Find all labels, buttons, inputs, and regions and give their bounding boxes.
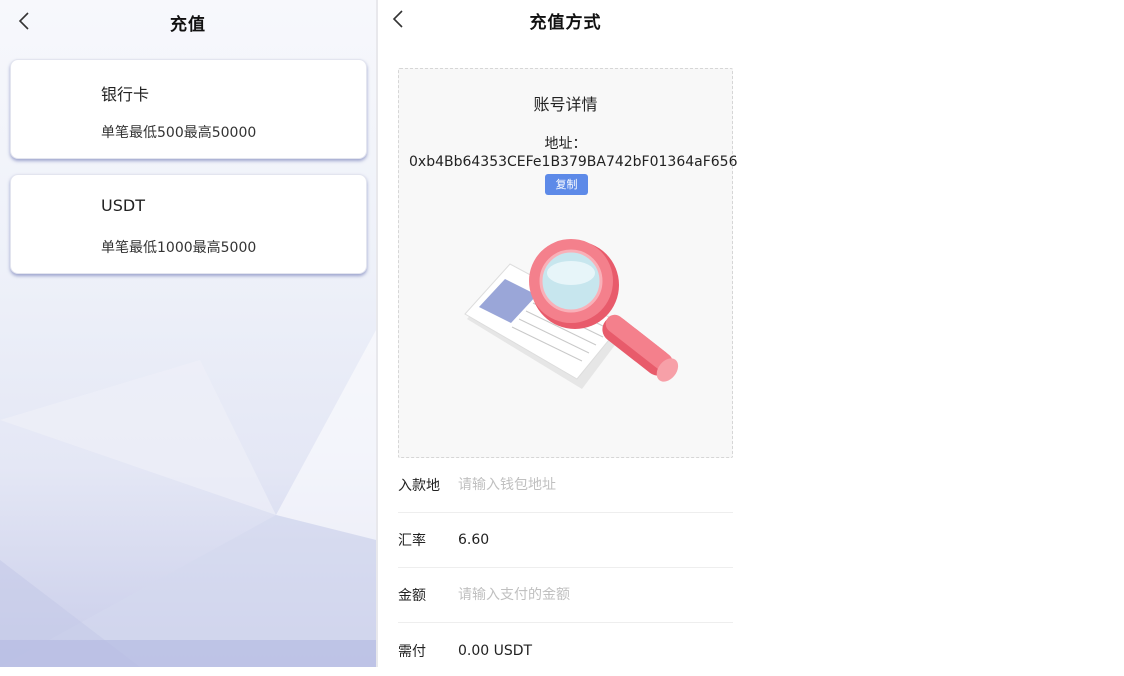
- payable-value: 0.00 USDT: [458, 642, 533, 659]
- exchange-rate-label: 汇率: [398, 533, 426, 549]
- chevron-left-icon: [18, 12, 29, 30]
- back-button[interactable]: [388, 8, 408, 30]
- amount-row: 金额: [398, 568, 733, 623]
- account-details-heading: 账号详情: [533, 95, 598, 114]
- method-name: USDT: [101, 196, 145, 215]
- copy-button[interactable]: 复制: [545, 174, 588, 195]
- payable-label: 需付: [398, 643, 426, 660]
- back-button[interactable]: [14, 10, 34, 32]
- wallet-address: 0xb4Bb64353CEFe1B379BA742bF01364aF656: [409, 154, 738, 170]
- address-label: 地址：: [544, 136, 587, 152]
- exchange-rate-value: 6.60: [458, 532, 490, 548]
- method-limit: 单笔最低500最高50000: [101, 125, 257, 141]
- magnifier-search-icon: [464, 239, 679, 389]
- recharge-method-panel: 充值方式 账号详情 地址： 0xb4Bb64353CEFe1B379BA742b…: [378, 0, 753, 667]
- exchange-rate-row: 汇率 6.60: [398, 513, 733, 568]
- payment-method-bank-card[interactable]: 银行卡 单笔最低500最高50000: [10, 59, 367, 159]
- account-details-box: 账号详情 地址： 0xb4Bb64353CEFe1B379BA742bF0136…: [398, 68, 738, 458]
- payment-method-usdt[interactable]: USDT 单笔最低1000最高5000: [10, 174, 367, 274]
- page-title: 充值方式: [529, 12, 602, 33]
- chevron-left-icon: [392, 10, 403, 28]
- method-limit: 单笔最低1000最高5000: [101, 240, 257, 256]
- method-name: 银行卡: [101, 85, 150, 104]
- page-title: 充值: [170, 14, 206, 35]
- amount-input[interactable]: [458, 587, 718, 603]
- method-nav-bar: 充值方式: [378, 0, 753, 44]
- deposit-address-label: 入款地: [398, 478, 440, 494]
- recharge-nav-bar: 充值: [0, 0, 376, 44]
- payable-row: 需付 0.00 USDT: [398, 623, 733, 667]
- amount-label: 金额: [398, 588, 426, 604]
- deposit-address-row: 入款地: [398, 458, 733, 513]
- recharge-panel: 充值 银行卡 单笔最低500最高50000 USDT 单笔最低1000最高500…: [0, 0, 376, 667]
- deposit-address-input[interactable]: [458, 477, 718, 493]
